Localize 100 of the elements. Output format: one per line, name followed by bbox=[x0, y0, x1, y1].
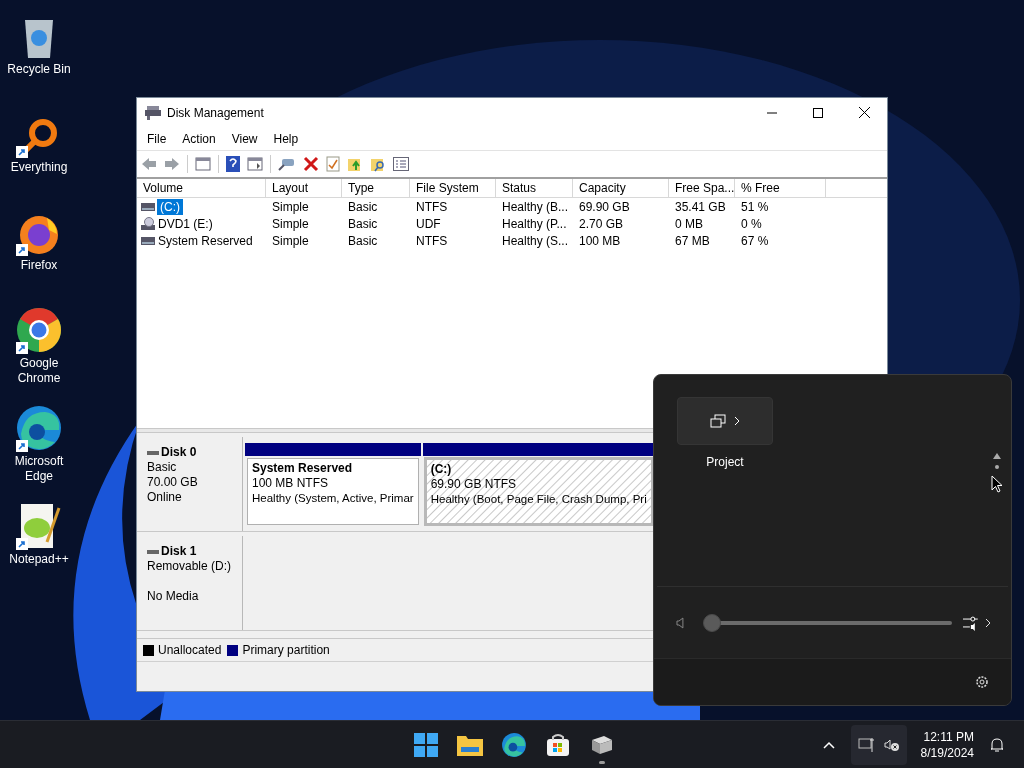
table-cell: Healthy (S... bbox=[502, 233, 569, 248]
column-header[interactable]: Capacity bbox=[573, 179, 669, 197]
disk-label-panel[interactable]: Disk 0 Basic 70.00 GB Online bbox=[139, 437, 243, 531]
table-cell: Healthy (B... bbox=[502, 199, 569, 214]
back-arrow-icon[interactable] bbox=[141, 156, 157, 172]
legend-label: Primary partition bbox=[242, 642, 330, 659]
tray-status-button[interactable] bbox=[850, 724, 907, 765]
settings-icon[interactable] bbox=[975, 675, 989, 689]
desktop-icon-label[interactable]: Recycle Bin bbox=[1, 62, 77, 77]
edge-icon bbox=[15, 404, 63, 452]
disk-label-panel[interactable]: Disk 1 Removable (D:) No Media bbox=[139, 536, 243, 630]
speaker-icon[interactable] bbox=[676, 616, 686, 629]
maximize-icon bbox=[813, 107, 823, 118]
legend-label: Unallocated bbox=[158, 642, 222, 659]
menu-item[interactable]: Action bbox=[174, 129, 224, 148]
menu-item[interactable]: Help bbox=[265, 129, 307, 148]
start-icon[interactable] bbox=[414, 732, 438, 757]
pointer-icon bbox=[991, 475, 1003, 493]
disk-type: Basic bbox=[147, 460, 178, 475]
chrome-icon bbox=[15, 306, 63, 354]
table-cell: NTFS bbox=[416, 199, 448, 214]
bell-icon[interactable] bbox=[990, 736, 1004, 753]
table-cell: 67 % bbox=[741, 233, 769, 248]
column-header[interactable]: Volume bbox=[137, 179, 266, 197]
partition-size: 100 MB NTFS bbox=[252, 476, 330, 491]
table-cell: Simple bbox=[272, 233, 309, 248]
desktop-icon-label[interactable]: Notepad++ bbox=[1, 552, 77, 567]
table-cell[interactable]: (C:) bbox=[157, 198, 183, 215]
dual-screen-icon bbox=[710, 414, 726, 428]
desktop-icon-label[interactable]: Google Chrome bbox=[1, 356, 77, 386]
muted-speaker-icon bbox=[883, 737, 900, 752]
table-cell: 0 % bbox=[741, 216, 762, 231]
menu-item[interactable]: File bbox=[139, 129, 175, 148]
desktop-icon-label[interactable]: Firefox bbox=[1, 258, 77, 273]
table-cell[interactable]: System Reserved bbox=[157, 232, 254, 249]
disk-name: Disk 1 bbox=[161, 544, 197, 559]
disk-management-icon bbox=[145, 105, 161, 120]
clock-date[interactable]: 8/19/2024 bbox=[920, 744, 974, 761]
table-cell: Basic bbox=[348, 216, 378, 231]
table-cell[interactable]: DVD1 (E:) bbox=[157, 215, 214, 232]
tile-label: Project bbox=[706, 454, 744, 471]
chevron-up-icon[interactable] bbox=[822, 740, 835, 749]
folder-icon[interactable] bbox=[457, 733, 483, 756]
table-cell: Simple bbox=[272, 216, 309, 231]
partition-size: 69.90 GB NTFS bbox=[430, 477, 518, 492]
column-header[interactable]: Layout bbox=[266, 179, 342, 197]
delete-icon[interactable] bbox=[303, 156, 319, 172]
disc-drive-icon bbox=[141, 216, 155, 231]
table-cell: 0 MB bbox=[675, 216, 703, 231]
list-icon[interactable] bbox=[393, 157, 409, 171]
chevron-right-icon bbox=[734, 416, 740, 426]
partition-block[interactable]: (C:) 69.90 GB NTFS Healthy (Boot, Page File, Crash Dump, Pri bbox=[423, 457, 654, 526]
table-cell: 69.90 GB bbox=[579, 199, 630, 214]
column-header[interactable]: File System bbox=[410, 179, 496, 197]
table-cell: Basic bbox=[348, 233, 378, 248]
table-cell: Basic bbox=[348, 199, 378, 214]
store-bag-icon[interactable] bbox=[546, 732, 570, 757]
table-cell: 100 MB bbox=[579, 233, 621, 248]
checklist-icon[interactable] bbox=[326, 156, 340, 172]
chevron-right-icon[interactable] bbox=[985, 617, 991, 628]
disk-name: Disk 0 bbox=[161, 445, 197, 460]
project-tile[interactable] bbox=[677, 397, 773, 445]
volume-thumb[interactable] bbox=[702, 613, 721, 632]
table-cell: NTFS bbox=[416, 233, 448, 248]
forward-arrow-icon[interactable] bbox=[164, 156, 180, 172]
audio-mixer-icon[interactable] bbox=[962, 614, 981, 631]
column-header[interactable]: Status bbox=[496, 179, 573, 197]
partition-title: (C:) bbox=[430, 462, 453, 477]
folder-search-icon[interactable] bbox=[370, 156, 386, 172]
table-cell: UDF bbox=[416, 216, 441, 231]
disk-status: No Media bbox=[147, 589, 200, 604]
disk-type: Removable (D:) bbox=[147, 559, 233, 574]
action-pane-icon[interactable] bbox=[247, 156, 263, 172]
folder-up-icon[interactable] bbox=[347, 156, 363, 172]
network-icon bbox=[857, 736, 876, 753]
partition-status: Healthy (Boot, Page File, Crash Dump, Pri bbox=[430, 492, 647, 507]
partition-block[interactable]: System Reserved 100 MB NTFS Healthy (System, Active, Primar bbox=[247, 458, 419, 525]
edge-icon[interactable] bbox=[501, 731, 527, 758]
table-cell: Healthy (P... bbox=[502, 216, 567, 231]
table-cell: 35.41 GB bbox=[675, 199, 726, 214]
desktop-icon-label[interactable]: Everything bbox=[1, 160, 77, 175]
page-dot-icon[interactable] bbox=[995, 465, 999, 469]
column-header[interactable]: Type bbox=[342, 179, 410, 197]
column-header[interactable]: % Free bbox=[735, 179, 826, 197]
column-header[interactable]: Free Spa... bbox=[669, 179, 735, 197]
partition-title: System Reserved bbox=[252, 461, 354, 476]
page-up-icon[interactable] bbox=[993, 453, 1001, 459]
connect-icon[interactable] bbox=[278, 156, 296, 172]
table-cell: 67 MB bbox=[675, 233, 710, 248]
clock-time[interactable]: 12:11 PM bbox=[923, 728, 974, 745]
disk-drive-icon[interactable] bbox=[590, 733, 614, 756]
drive-icon bbox=[141, 236, 155, 245]
console-tree-icon[interactable] bbox=[195, 156, 211, 172]
menu-item[interactable]: View bbox=[223, 129, 266, 148]
table-cell: Simple bbox=[272, 199, 309, 214]
window-title: Disk Management bbox=[167, 104, 264, 122]
help-icon[interactable] bbox=[226, 156, 240, 172]
disk-size: 70.00 GB bbox=[147, 475, 199, 490]
disk-status: Online bbox=[147, 490, 183, 505]
desktop-icon-label[interactable]: Microsoft Edge bbox=[1, 454, 77, 484]
